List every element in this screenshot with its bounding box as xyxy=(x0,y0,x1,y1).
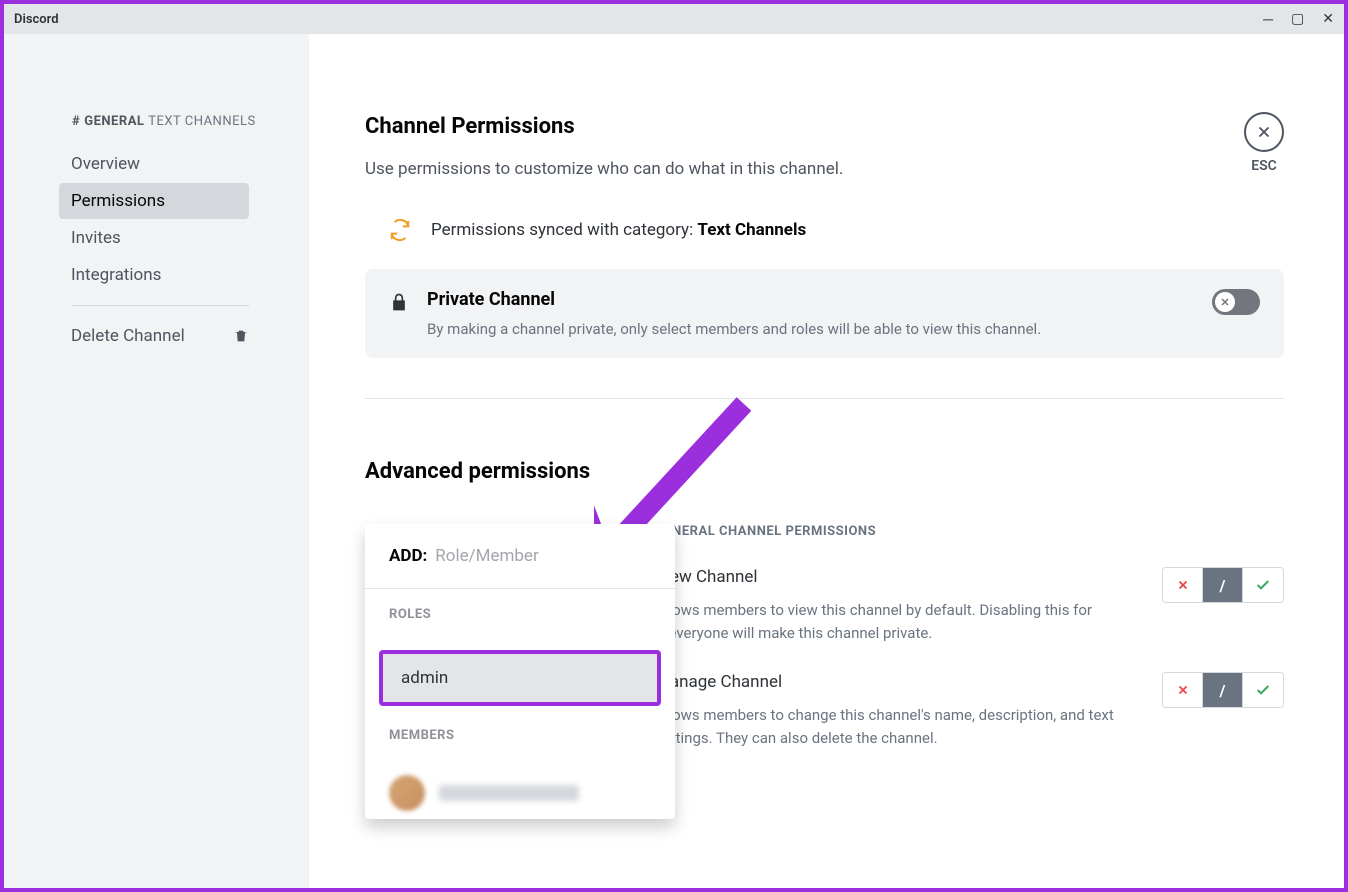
popover-search-placeholder: Role/Member xyxy=(435,546,538,566)
sync-icon xyxy=(389,219,411,241)
settings-sidebar: # GENERAL TEXT CHANNELS Overview Permissi… xyxy=(4,34,309,888)
trash-icon xyxy=(233,328,249,344)
member-name-blurred xyxy=(439,785,579,801)
hash-icon: # xyxy=(72,114,80,129)
permission-description: Allows members to view this channel by d… xyxy=(655,599,1142,644)
channel-category-label: TEXT CHANNELS xyxy=(148,114,256,129)
sync-text: Permissions synced with category: Text C… xyxy=(431,220,806,240)
close-window-button[interactable]: ✕ xyxy=(1322,11,1334,27)
close-circle-icon xyxy=(1244,112,1284,152)
permission-neutral-button[interactable]: / xyxy=(1203,673,1243,707)
member-avatar xyxy=(389,775,425,811)
private-channel-description: By making a channel private, only select… xyxy=(427,320,1041,338)
window-title-bar: Discord ─ ▢ ✕ xyxy=(4,4,1344,34)
permission-toggle-group: / xyxy=(1162,672,1284,708)
permission-allow-button[interactable] xyxy=(1243,673,1283,707)
channel-name-label: GENERAL xyxy=(84,114,144,129)
popover-role-item-admin[interactable]: admin xyxy=(379,650,661,706)
permission-name: View Channel xyxy=(655,567,1142,587)
popover-roles-section: ROLES xyxy=(365,589,675,646)
popover-search-row[interactable]: ADD: Role/Member xyxy=(365,524,675,589)
private-card-left: Private Channel By making a channel priv… xyxy=(389,289,1041,338)
private-channel-card: Private Channel By making a channel priv… xyxy=(365,269,1284,358)
popover-members-section: MEMBERS xyxy=(365,710,675,767)
roles-column: ROLES/MEMBERS + ADD: Role/Member ROLES a… xyxy=(365,524,615,558)
close-settings-button[interactable]: ESC xyxy=(1244,112,1284,174)
content-divider xyxy=(365,398,1284,399)
advanced-permissions-title: Advanced permissions xyxy=(365,459,1284,484)
sync-category-name: Text Channels xyxy=(697,220,806,240)
permission-deny-button[interactable] xyxy=(1163,568,1203,602)
window-controls: ─ ▢ ✕ xyxy=(1263,11,1334,28)
sync-status-row: Permissions synced with category: Text C… xyxy=(365,219,1284,269)
permissions-layout: ROLES/MEMBERS + ADD: Role/Member ROLES a… xyxy=(365,524,1284,777)
sidebar-item-invites[interactable]: Invites xyxy=(59,220,249,256)
permission-row-view-channel: View Channel Allows members to view this… xyxy=(655,567,1284,644)
sidebar-item-integrations[interactable]: Integrations xyxy=(59,257,249,293)
main-container: # GENERAL TEXT CHANNELS Overview Permissi… xyxy=(4,34,1344,888)
permission-toggle-group: / xyxy=(1162,567,1284,603)
window-title: Discord xyxy=(14,12,59,27)
sidebar-header: # GENERAL TEXT CHANNELS xyxy=(4,114,309,145)
popover-member-item[interactable] xyxy=(365,767,675,819)
popover-roles-label: ROLES xyxy=(389,607,651,622)
toggle-thumb-icon xyxy=(1215,292,1235,312)
maximize-button[interactable]: ▢ xyxy=(1291,11,1304,27)
sidebar-item-delete-channel[interactable]: Delete Channel xyxy=(59,318,249,354)
sidebar-item-permissions[interactable]: Permissions xyxy=(59,183,249,219)
permissions-column: GENERAL CHANNEL PERMISSIONS View Channel… xyxy=(655,524,1284,777)
delete-channel-label: Delete Channel xyxy=(71,326,185,346)
minimize-button[interactable]: ─ xyxy=(1263,11,1273,28)
permission-name: Manage Channel xyxy=(655,672,1142,692)
permission-neutral-button[interactable]: / xyxy=(1203,568,1243,602)
popover-members-label: MEMBERS xyxy=(389,728,651,743)
lock-icon xyxy=(389,291,409,313)
popover-add-label: ADD: xyxy=(389,546,427,566)
page-title: Channel Permissions xyxy=(365,114,1284,139)
page-subtitle: Use permissions to customize who can do … xyxy=(365,159,1284,179)
sidebar-item-overview[interactable]: Overview xyxy=(59,146,249,182)
content-area: ESC Channel Permissions Use permissions … xyxy=(309,34,1344,888)
add-role-popover: ADD: Role/Member ROLES admin MEMBERS xyxy=(365,524,675,819)
permission-allow-button[interactable] xyxy=(1243,568,1283,602)
esc-label: ESC xyxy=(1244,158,1284,174)
sidebar-divider xyxy=(72,305,249,306)
permission-deny-button[interactable] xyxy=(1163,673,1203,707)
permissions-header-label: GENERAL CHANNEL PERMISSIONS xyxy=(655,524,1284,539)
permission-row-manage-channel: Manage Channel Allows members to change … xyxy=(655,672,1284,749)
private-channel-title: Private Channel xyxy=(427,289,1041,310)
private-channel-toggle[interactable] xyxy=(1212,289,1260,315)
permission-description: Allows members to change this channel's … xyxy=(655,704,1142,749)
